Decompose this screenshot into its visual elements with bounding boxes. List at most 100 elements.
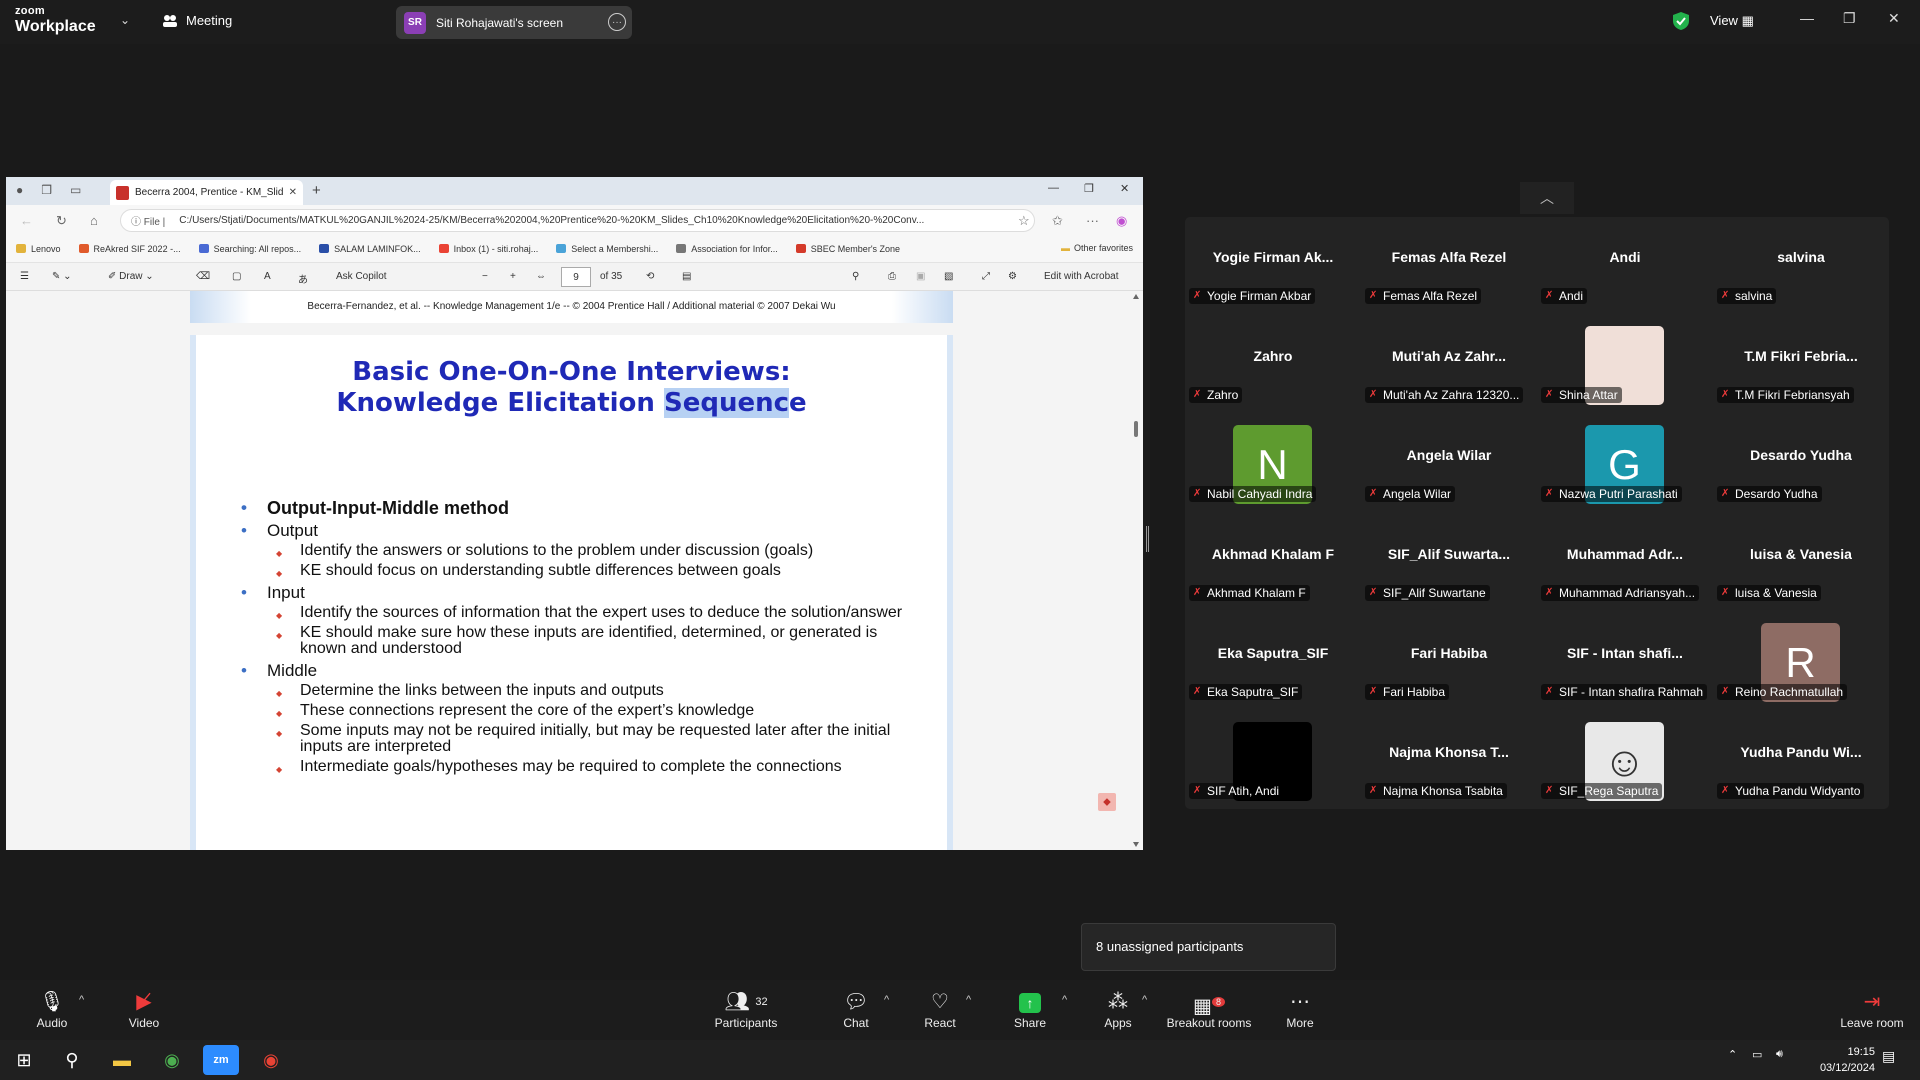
participant-tile[interactable]: N ✗ Nabil Cahyadi Indra: [1185, 415, 1361, 514]
participant-tile[interactable]: T.M Fikri Febria... ✗ T.M Fikri Febriansya…: [1713, 316, 1889, 415]
volume-icon[interactable]: 🔊︎: [1776, 1048, 1783, 1061]
meeting-menu[interactable]: Meeting: [162, 13, 232, 28]
network-icon[interactable]: ▭: [1752, 1048, 1762, 1061]
participant-tile[interactable]: Najma Khonsa T... ✗ Najma Khonsa Tsabita: [1361, 712, 1537, 811]
participant-tile[interactable]: Akhmad Khalam F ✗ Akhmad Khalam F: [1185, 514, 1361, 613]
home-icon[interactable]: ⌂: [90, 213, 98, 228]
minimize-icon[interactable]: —: [1800, 10, 1814, 26]
acrobat-icon[interactable]: ⬥: [1098, 793, 1116, 811]
participant-tile[interactable]: ✗ SIF Atih, Andi: [1185, 712, 1361, 811]
favorites-icon[interactable]: ✩: [1052, 213, 1063, 229]
settings-more-icon[interactable]: ···: [1086, 213, 1099, 228]
bookmark-item[interactable]: SBEC Member's Zone: [795, 244, 900, 254]
zoom-app-icon[interactable]: zm: [203, 1045, 239, 1075]
copilot-icon[interactable]: ◉: [1116, 213, 1127, 229]
highlight-icon[interactable]: ✎ ⌄: [52, 271, 72, 282]
close-icon[interactable]: ✕: [1120, 182, 1129, 195]
search-icon[interactable]: ⚲: [54, 1045, 90, 1075]
participant-tile[interactable]: SIF_Alif Suwarta... ✗ SIF_Alif Suwartane: [1361, 514, 1537, 613]
close-icon[interactable]: ✕: [1888, 10, 1900, 27]
close-tab-icon[interactable]: ✕: [289, 187, 297, 198]
participant-tile[interactable]: Angela Wilar ✗ Angela Wilar: [1361, 415, 1537, 514]
page-view-icon[interactable]: ▤: [682, 271, 691, 282]
breakout-rooms-button[interactable]: ▦ 8 Breakout rooms: [1159, 990, 1259, 1030]
view-button[interactable]: View ▦: [1710, 13, 1754, 29]
apps-options-caret-icon[interactable]: ^: [1142, 994, 1147, 1006]
workspaces-icon[interactable]: ❒: [41, 183, 52, 197]
participant-tile[interactable]: Muti'ah Az Zahr... ✗ Muti'ah Az Zahra 1232…: [1361, 316, 1537, 415]
bookmark-item[interactable]: Lenovo: [16, 244, 61, 254]
bookmark-item[interactable]: Inbox (1) - siti.rohaj...: [438, 244, 538, 254]
share-options-caret-icon[interactable]: ^: [1062, 994, 1067, 1006]
file-explorer-icon[interactable]: ▬: [104, 1045, 140, 1075]
fullscreen-icon[interactable]: ⤢: [982, 271, 990, 282]
participant-tile[interactable]: Femas Alfa Rezel ✗ Femas Alfa Rezel: [1361, 217, 1537, 316]
refresh-icon[interactable]: ↻: [56, 213, 67, 229]
chrome-profile-icon[interactable]: ◉: [253, 1045, 289, 1075]
split-resize-handle[interactable]: [1146, 526, 1149, 552]
search-icon[interactable]: ⚲: [852, 271, 859, 282]
minimize-icon[interactable]: —: [1048, 182, 1059, 194]
chevron-up-icon[interactable]: ⌃: [1728, 1048, 1737, 1061]
participant-tile[interactable]: Muhammad Adr... ✗ Muhammad Adriansyah...: [1537, 514, 1713, 613]
save-icon[interactable]: ▣: [916, 271, 925, 282]
participant-tile[interactable]: ☺ ✗ SIF_Rega Saputra: [1537, 712, 1713, 811]
video-button[interactable]: ▶̸ Video: [104, 990, 184, 1030]
participant-tile[interactable]: SIF - Intan shafi... ✗ SIF - Intan shafira…: [1537, 613, 1713, 712]
notification-icon[interactable]: ▤: [1882, 1048, 1895, 1065]
ask-copilot[interactable]: Ask Copilot: [336, 271, 387, 282]
participant-tile[interactable]: Yudha Pandu Wi... ✗ Yudha Pandu Widyanto: [1713, 712, 1889, 811]
screen-share-pill[interactable]: SR Siti Rohajawati's screen ···: [396, 6, 632, 39]
participant-tile[interactable]: Eka Saputra_SIF ✗ Eka Saputra_SIF: [1185, 613, 1361, 712]
rotate-icon[interactable]: ⟲: [646, 271, 654, 282]
bookmark-item[interactable]: ReAkred SIF 2022 -...: [78, 244, 181, 254]
participant-tile[interactable]: Andi ✗ Andi: [1537, 217, 1713, 316]
draw-button[interactable]: ✐ Draw ⌄: [108, 271, 154, 282]
eraser-icon[interactable]: ⌫: [196, 271, 210, 282]
back-icon[interactable]: ←: [20, 213, 33, 228]
taskbar-clock[interactable]: 19:15 03/12/2024: [1815, 1044, 1875, 1076]
contents-icon[interactable]: ☰: [20, 271, 29, 282]
fit-page-icon[interactable]: ⇔: [536, 271, 546, 282]
restore-icon[interactable]: ❐: [1843, 10, 1856, 27]
chat-options-caret-icon[interactable]: ^: [884, 994, 889, 1006]
bookmark-item[interactable]: Searching: All repos...: [198, 244, 301, 254]
new-tab-icon[interactable]: +: [312, 182, 321, 199]
windows-start-icon[interactable]: ⊞: [6, 1045, 42, 1075]
bookmark-item[interactable]: Association for Infor...: [676, 244, 778, 254]
participant-tile[interactable]: ✗ Shina Attar: [1537, 316, 1713, 415]
other-favorites[interactable]: ▬ Other favorites: [1061, 243, 1133, 253]
profile-icon[interactable]: ●: [16, 183, 23, 197]
shield-icon[interactable]: [1672, 11, 1690, 31]
participant-tile[interactable]: salvina ✗ salvina: [1713, 217, 1889, 316]
address-bar[interactable]: ⓘ File | C:/Users/Stjati/Documents/MATKU…: [120, 209, 1035, 232]
edit-with-acrobat[interactable]: Edit with Acrobat: [1044, 271, 1118, 282]
leave-room-button[interactable]: ⇥ Leave room: [1830, 990, 1914, 1030]
bookmark-item[interactable]: SALAM LAMINFOK...: [319, 244, 421, 254]
read-aloud-icon[interactable]: A: [264, 271, 271, 282]
favorite-star-icon[interactable]: ☆: [1018, 213, 1030, 229]
pdf-scrollbar[interactable]: [1131, 291, 1141, 850]
react-options-caret-icon[interactable]: ^: [966, 994, 971, 1006]
audio-options-caret-icon[interactable]: ^: [79, 994, 84, 1006]
zoom-out-icon[interactable]: −: [482, 271, 488, 282]
zoom-in-icon[interactable]: +: [510, 271, 516, 282]
gear-icon[interactable]: ⚙: [1008, 271, 1017, 282]
browser-tab-active[interactable]: Becerra 2004, Prentice - KM_Slid ✕: [110, 180, 303, 205]
participant-tile[interactable]: R ✗ Reino Rachmatullah: [1713, 613, 1889, 712]
bookmark-item[interactable]: Select a Membershi...: [556, 244, 658, 254]
restore-icon[interactable]: ❐: [1084, 182, 1094, 195]
chevron-down-icon[interactable]: ⌄: [120, 13, 130, 27]
participant-tile[interactable]: Yogie Firman Ak... ✗ Yogie Firman Akbar: [1185, 217, 1361, 316]
translate-icon[interactable]: あ: [298, 271, 308, 286]
save-as-icon[interactable]: ▧: [944, 271, 953, 282]
chrome-icon[interactable]: ◉: [154, 1045, 190, 1075]
participant-tile[interactable]: luisa & Vanesia ✗ luisa & Vanesia: [1713, 514, 1889, 613]
tab-actions-icon[interactable]: ▭: [70, 183, 81, 197]
share-button[interactable]: ↑ Share: [990, 990, 1070, 1030]
print-icon[interactable]: ⎙: [888, 271, 896, 282]
participant-tile[interactable]: Fari Habiba ✗ Fari Habiba: [1361, 613, 1537, 712]
participant-tile[interactable]: Zahro ✗ Zahro: [1185, 316, 1361, 415]
participant-tile[interactable]: Desardo Yudha ✗ Desardo Yudha: [1713, 415, 1889, 514]
info-icon[interactable]: ⓘ File |: [131, 213, 165, 228]
